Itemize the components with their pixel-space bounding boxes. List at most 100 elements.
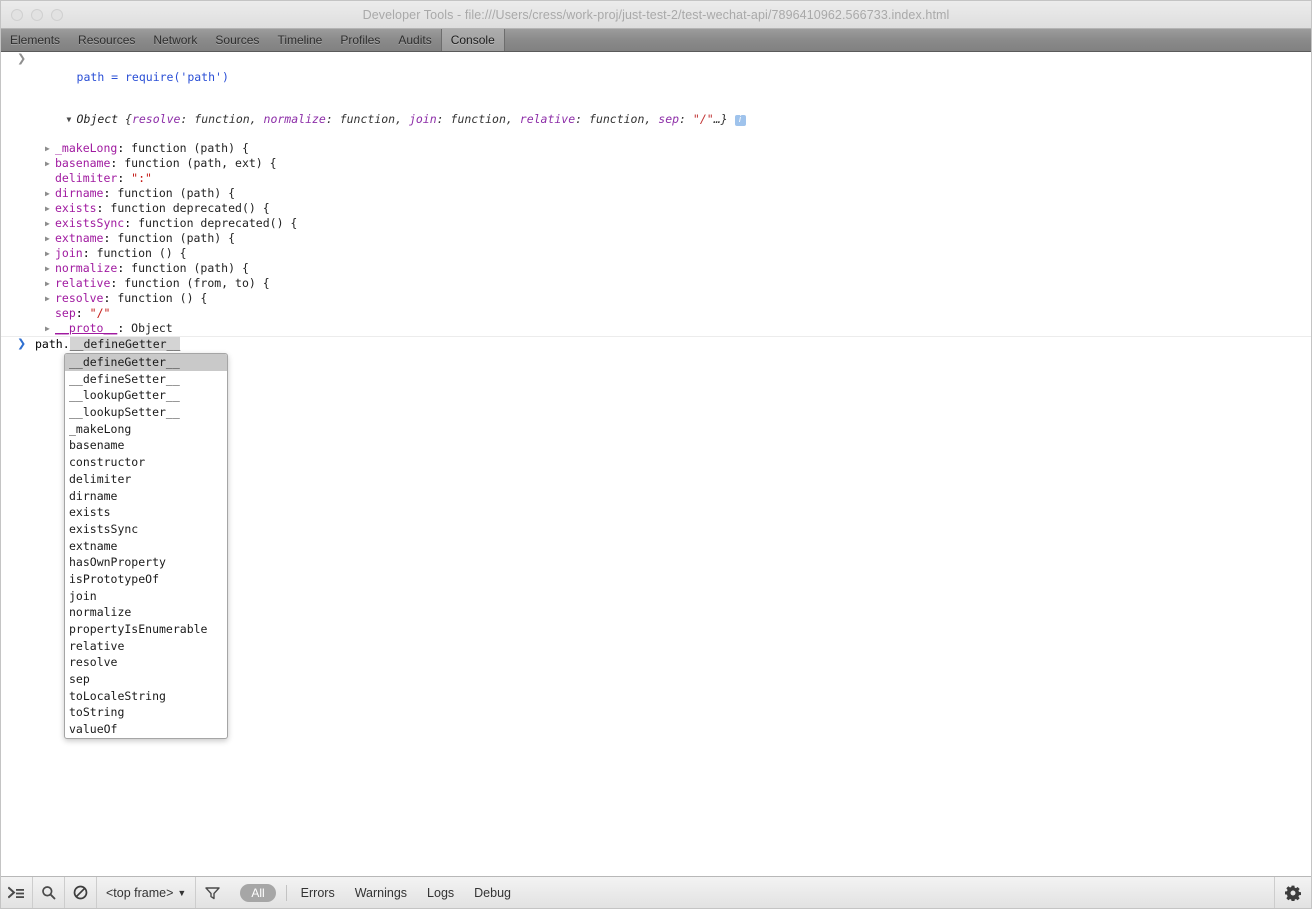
property-value: function (path) { [117, 186, 236, 200]
filter-logs[interactable]: Logs [417, 886, 464, 900]
object-brace-close: } [720, 112, 728, 126]
console-message-area[interactable]: ❯ path = require('path') ▼ Object {resolve… [1, 52, 1311, 876]
search-icon[interactable] [33, 877, 65, 908]
zoom-button[interactable] [51, 8, 63, 21]
object-ellipsis: … [713, 112, 721, 126]
autocomplete-item[interactable]: __lookupGetter__ [65, 387, 227, 404]
property-name: extname [55, 231, 104, 245]
disclosure-triangle-icon[interactable]: ▶ [45, 247, 55, 261]
disclosure-triangle-icon[interactable]: ▶ [45, 232, 55, 246]
object-property-row[interactable]: ▶ dirname: function (path) { [1, 186, 1311, 201]
console-status-bar: <top frame> ▼ All Errors Warnings Logs D… [1, 876, 1311, 908]
object-property-row[interactable]: ▶ _makeLong: function (path) { [1, 141, 1311, 156]
minimize-button[interactable] [31, 8, 43, 21]
disclosure-triangle-icon[interactable]: ▶ [45, 262, 55, 276]
disclosure-triangle-icon[interactable]: ▶ [45, 277, 55, 291]
console-prompt-input[interactable]: path. [35, 337, 70, 351]
property-name: basename [55, 156, 111, 170]
object-property-row[interactable]: ▶ exists: function deprecated() { [1, 201, 1311, 216]
disclosure-triangle-icon[interactable]: ▶ [45, 217, 55, 231]
tab-elements[interactable]: Elements [1, 29, 69, 51]
property-colon: : [103, 186, 118, 200]
property-colon: : [75, 306, 90, 320]
object-property-list: ▶ _makeLong: function (path) {▶ basename: … [1, 141, 1311, 336]
disclosure-triangle-open-icon[interactable]: ▼ [67, 113, 77, 127]
close-button[interactable] [11, 8, 23, 21]
property-value: function deprecated() { [110, 201, 270, 215]
tab-console[interactable]: Console [440, 29, 505, 51]
filter-debug[interactable]: Debug [464, 886, 521, 900]
disclosure-triangle-icon[interactable]: ▶ [45, 322, 55, 336]
prompt-chevron-icon: ❯ [17, 337, 27, 350]
disclosure-triangle-icon[interactable]: ▶ [45, 157, 55, 171]
object-property-row[interactable]: ▶ resolve: function () { [1, 291, 1311, 306]
object-property-row[interactable]: ▶ relative: function (from, to) { [1, 276, 1311, 291]
property-colon: : [110, 156, 125, 170]
filter-warnings[interactable]: Warnings [345, 886, 417, 900]
object-property-row[interactable]: ▶ basename: function (path, ext) { [1, 156, 1311, 171]
autocomplete-item[interactable]: join [65, 588, 227, 605]
autocomplete-item[interactable]: isPrototypeOf [65, 571, 227, 588]
disclosure-triangle-icon[interactable]: ▶ [45, 202, 55, 216]
autocomplete-item[interactable]: resolve [65, 654, 227, 671]
autocomplete-item[interactable]: _makeLong [65, 421, 227, 438]
object-property-row[interactable]: ▶ existsSync: function deprecated() { [1, 216, 1311, 231]
autocomplete-item[interactable]: __defineSetter__ [65, 371, 227, 388]
autocomplete-item[interactable]: normalize [65, 604, 227, 621]
property-colon: : [117, 141, 132, 155]
autocomplete-item[interactable]: dirname [65, 488, 227, 505]
tab-profiles[interactable]: Profiles [331, 29, 389, 51]
filter-errors[interactable]: Errors [291, 886, 345, 900]
autocomplete-item[interactable]: sep [65, 671, 227, 688]
tab-sources[interactable]: Sources [206, 29, 268, 51]
autocomplete-popup[interactable]: __defineGetter__ __defineSetter__ __lookup… [64, 353, 228, 739]
console-prompt-completion: __defineGetter__ [69, 337, 181, 351]
window-controls [11, 1, 63, 28]
disclosure-triangle-icon[interactable]: ▶ [45, 292, 55, 306]
console-prompt-icon[interactable] [1, 877, 33, 908]
tab-network[interactable]: Network [144, 29, 206, 51]
preview-value-3: function [589, 112, 645, 126]
autocomplete-item[interactable]: existsSync [65, 521, 227, 538]
autocomplete-item[interactable]: basename [65, 437, 227, 454]
filter-funnel-icon[interactable] [196, 877, 228, 908]
tab-audits[interactable]: Audits [389, 29, 440, 51]
autocomplete-item[interactable]: valueOf [65, 721, 227, 738]
object-property-row[interactable]: ▶ __proto__: Object [1, 321, 1311, 336]
autocomplete-item[interactable]: extname [65, 538, 227, 555]
console-input-echo-row: ❯ path = require('path') [1, 52, 1311, 98]
property-value: function (path) { [117, 231, 236, 245]
disclosure-triangle-icon[interactable]: ▶ [45, 142, 55, 156]
object-property-row[interactable]: ▶ join: function () { [1, 246, 1311, 261]
tab-resources[interactable]: Resources [69, 29, 144, 51]
autocomplete-item[interactable]: relative [65, 638, 227, 655]
disclosure-triangle-icon[interactable]: ▶ [45, 187, 55, 201]
console-level-filters: All Errors Warnings Logs Debug [228, 877, 521, 908]
tab-timeline[interactable]: Timeline [268, 29, 331, 51]
clear-console-icon[interactable] [65, 877, 97, 908]
property-value: function () { [96, 246, 187, 260]
info-badge-icon[interactable]: i [734, 115, 746, 126]
property-value: function (path) { [131, 141, 249, 155]
object-preview-row[interactable]: ▼ Object {resolve: function, normalize: f… [1, 98, 1311, 141]
autocomplete-item[interactable]: __lookupSetter__ [65, 404, 227, 421]
autocomplete-item[interactable]: constructor [65, 454, 227, 471]
property-name: delimiter [55, 171, 118, 185]
autocomplete-item[interactable]: exists [65, 504, 227, 521]
console-prompt-row[interactable]: ❯ path.__defineGetter__ [1, 336, 1311, 353]
object-property-row: delimiter: ":" [1, 171, 1311, 186]
property-colon: : [103, 231, 118, 245]
autocomplete-item[interactable]: __defineGetter__ [65, 354, 227, 371]
autocomplete-item[interactable]: hasOwnProperty [65, 554, 227, 571]
settings-button[interactable] [1274, 877, 1311, 908]
filter-all[interactable]: All [240, 883, 276, 902]
autocomplete-item[interactable]: toString [65, 704, 227, 721]
frame-selector-dropdown[interactable]: <top frame> ▼ [97, 877, 197, 908]
property-name: normalize [55, 261, 118, 275]
object-property-row[interactable]: ▶ extname: function (path) { [1, 231, 1311, 246]
autocomplete-item[interactable]: delimiter [65, 471, 227, 488]
object-property-row[interactable]: ▶ normalize: function (path) { [1, 261, 1311, 276]
autocomplete-item[interactable]: toLocaleString [65, 688, 227, 705]
property-value: ":" [131, 171, 152, 185]
autocomplete-item[interactable]: propertyIsEnumerable [65, 621, 227, 638]
